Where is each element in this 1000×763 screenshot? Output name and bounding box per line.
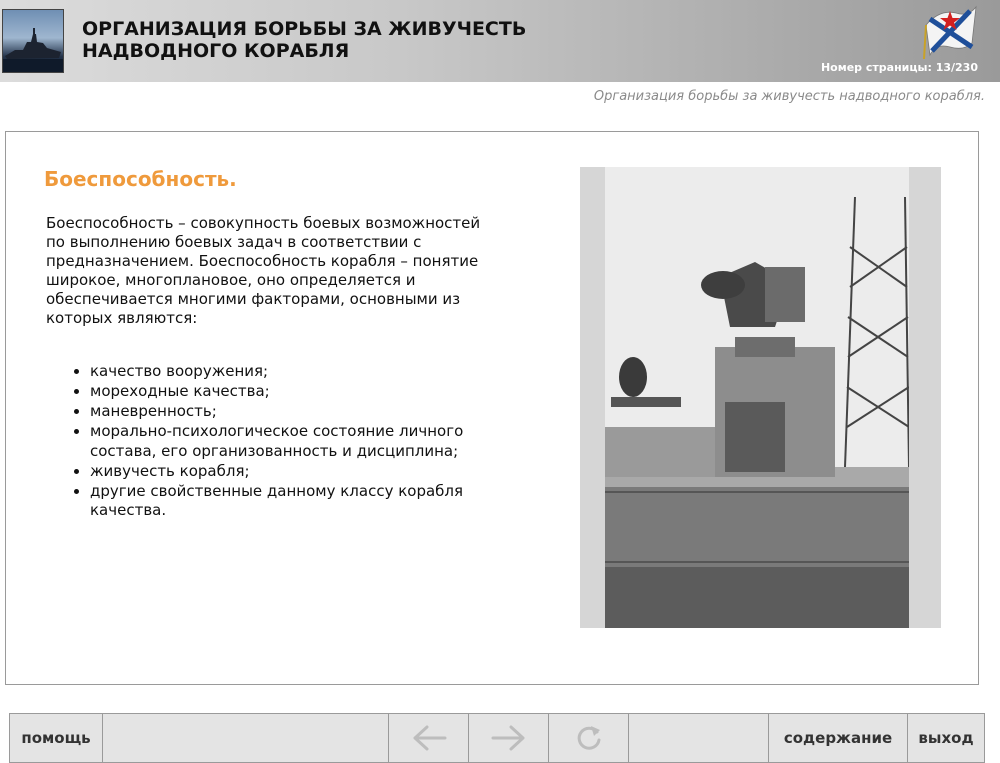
body-paragraph: Боеспособность – совокупность боевых воз… [46,214,481,327]
list-item: маневренность; [90,402,490,422]
photo-frame [580,167,941,628]
page-counter: Номер страницы: 13/230 [820,61,978,74]
list-item: мореходные качества; [90,382,490,402]
bottom-toolbar: помощь содержание выход [9,713,985,763]
list-item: морально-психологическое состояние лично… [90,422,490,461]
exit-button-label: выход [918,729,974,747]
contents-button-label: содержание [783,729,893,747]
forward-button[interactable] [469,714,549,762]
navy-flag-icon [920,3,978,60]
page-subtitle: Организация борьбы за живучесть надводно… [593,89,985,104]
toolbar-spacer [629,714,769,762]
help-button-label: помощь [21,729,91,747]
app-title: ОРГАНИЗАЦИЯ БОРЬБЫ ЗА ЖИВУЧЕСТЬ НАДВОДНО… [82,18,527,62]
warship-photo [605,167,909,628]
reload-button[interactable] [549,714,629,762]
content-panel: Боеспособность. Боеспособность – совокуп… [5,131,979,685]
list-item: другие свойственные данному классу кораб… [90,482,490,521]
list-item: живучесть корабля; [90,462,490,482]
bullet-list: качество вооружения; мореходные качества… [46,362,490,521]
back-button[interactable] [389,714,469,762]
reload-icon [577,726,600,750]
toolbar-spacer [103,714,389,762]
arrow-right-icon [491,725,524,751]
app-header: ОРГАНИЗАЦИЯ БОРЬБЫ ЗА ЖИВУЧЕСТЬ НАДВОДНО… [0,0,1000,82]
warship-logo [2,9,64,73]
section-heading: Боеспособность. [44,167,237,191]
contents-button[interactable]: содержание [769,714,908,762]
list-item: качество вооружения; [90,362,490,382]
arrow-left-icon [413,725,446,751]
help-button[interactable]: помощь [10,714,103,762]
exit-button[interactable]: выход [908,714,984,762]
